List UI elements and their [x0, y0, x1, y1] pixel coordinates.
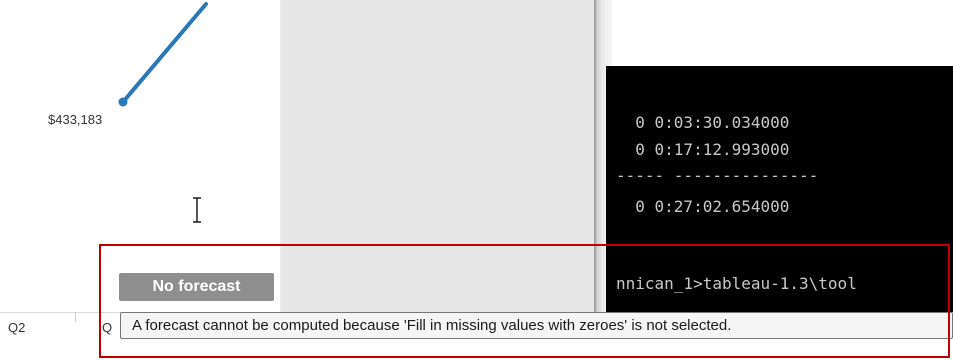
console-line: 0 0:03:30.034000	[616, 113, 790, 132]
text-cursor-icon	[193, 197, 201, 223]
window-title-area	[594, 0, 953, 66]
console-line: 0 0:27:02.654000	[616, 197, 790, 216]
console-line: 0 0:17:12.993000	[616, 140, 790, 159]
series-line	[121, 2, 208, 104]
axis-label-q2: Q2	[8, 320, 26, 335]
axis-tick	[75, 312, 76, 322]
console-line: ----- ---------------	[616, 166, 819, 185]
highlight-annotation	[99, 244, 950, 358]
data-point[interactable]	[118, 97, 128, 107]
data-point-label: $433,183	[48, 112, 103, 127]
